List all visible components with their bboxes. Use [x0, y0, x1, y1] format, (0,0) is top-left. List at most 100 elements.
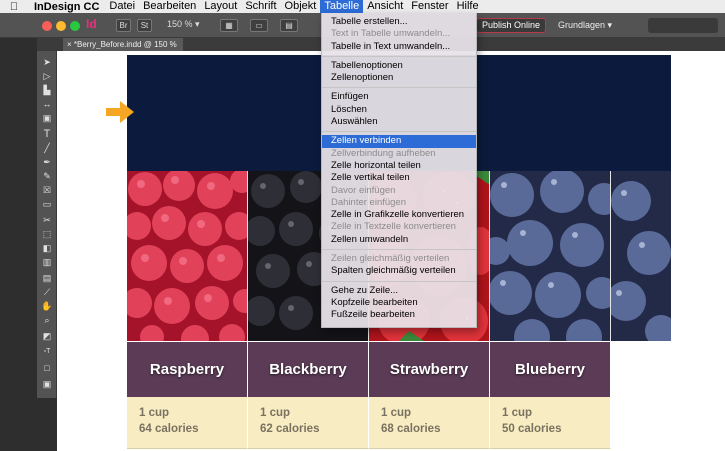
berry-info-cell[interactable]: 1 cup 64 calories [127, 397, 248, 449]
zoom-level-value: 150 % [167, 19, 193, 29]
eyedropper-tool-icon[interactable]: ⟋ [40, 286, 54, 298]
close-tab-icon[interactable]: × [67, 40, 72, 49]
menu-item-gehe-zu-zeile[interactable]: Gehe zu Zeile... [322, 285, 476, 297]
menu-bearbeiten[interactable]: Bearbeiten [139, 0, 200, 13]
menu-item-tabelle-in-text-umwandeln[interactable]: Tabelle in Text umwandeln... [322, 41, 476, 53]
menu-item-zelle-vertikal-teilen[interactable]: Zelle vertikal teilen [322, 172, 476, 184]
menu-separator [322, 249, 476, 251]
fill-stroke-swatch[interactable]: ◩ [40, 330, 54, 342]
page-tool-icon[interactable]: ▙ [40, 84, 54, 96]
blueberry-photo[interactable] [490, 171, 611, 341]
zoom-tool-icon[interactable]: ⌕ [40, 314, 54, 326]
menu-layout[interactable]: Layout [200, 0, 241, 13]
menu-item-zellenoptionen[interactable]: Zellenoptionen [322, 72, 476, 84]
formatting-affects-icon[interactable]: ▫T [40, 346, 54, 358]
berry-calories: 50 calories [502, 423, 562, 435]
menu-item-zelle-in-textzelle-konvertieren: Zelle in Textzelle konvertieren [331, 221, 456, 233]
menu-separator [322, 55, 476, 57]
berry-name-cell[interactable]: Blueberry [490, 342, 611, 397]
direct-selection-tool-icon[interactable]: ▷ [40, 70, 54, 82]
zoom-level-select[interactable]: 150 % ▾ [167, 19, 200, 30]
berry-calories: 68 calories [381, 423, 441, 435]
gradient-feather-tool-icon[interactable]: ▥ [40, 256, 54, 268]
menu-item-auswählen[interactable]: Auswählen [322, 116, 476, 128]
pencil-tool-icon[interactable]: ✎ [40, 170, 54, 182]
menu-item-zellen-umwandeln[interactable]: Zellen umwandeln [322, 234, 476, 246]
gap-tool-icon[interactable]: ↔ [40, 98, 54, 110]
minimize-icon[interactable] [56, 21, 66, 31]
free-transform-tool-icon[interactable]: ⬚ [40, 228, 54, 240]
berry-amount: 1 cup [260, 407, 291, 419]
arrow-right-icon [106, 101, 134, 123]
berry-info-cell[interactable]: 1 cup 62 calories [248, 397, 369, 449]
menu-item-dahinter-einfügen: Dahinter einfügen [331, 196, 406, 208]
berry-amount: 1 cup [139, 407, 170, 419]
screen-mode-icon[interactable]: ▣ [40, 378, 54, 390]
menu-item-kopfzeile-bearbeiten[interactable]: Kopfzeile bearbeiten [322, 297, 476, 309]
menu-fenster[interactable]: Fenster [407, 0, 452, 13]
menu-item-spalten-gleichmäßig-verteilen[interactable]: Spalten gleichmäßig verteilen [322, 265, 476, 277]
menu-item-text-in-tabelle-umwandeln: Text in Tabelle umwandeln... [331, 28, 451, 40]
menu-item-tabelle-erstellen[interactable]: Tabelle erstellen... [322, 16, 476, 28]
arrange-documents-button[interactable]: ▤ [280, 19, 298, 32]
menu-item-davor-einfügen: Davor einfügen [331, 184, 396, 196]
berry-calories: 62 calories [260, 423, 320, 435]
line-tool-icon[interactable]: ╱ [40, 142, 54, 154]
menu-item-tabellenoptionen[interactable]: Tabellenoptionen [322, 60, 476, 72]
menu-item-zellen-verbinden[interactable]: Zellen verbinden [322, 135, 476, 148]
menu-item-zeilen-gleichmäßig-verteilen: Zeilen gleichmäßig verteilen [331, 253, 450, 265]
berry-info-cell[interactable]: 1 cup 50 calories [490, 397, 611, 449]
berry-name-cell[interactable]: Blackberry [248, 342, 369, 397]
content-collector-icon[interactable]: ▣ [40, 112, 54, 124]
menu-item-einfügen[interactable]: Einfügen [322, 91, 476, 103]
type-tool-icon[interactable]: T [40, 128, 54, 140]
workspace-switcher[interactable]: Grundlagen ▾ [558, 20, 612, 31]
rectangle-tool-icon[interactable]: ▭ [40, 198, 54, 210]
zoom-icon[interactable] [70, 21, 80, 31]
menu-bar:  InDesign CC Datei Bearbeiten Layout Sc… [0, 0, 725, 13]
note-tool-icon[interactable]: ▤ [40, 272, 54, 284]
menu-ansicht[interactable]: Ansicht [363, 0, 407, 13]
apple-icon[interactable]:  [0, 1, 28, 13]
indesign-logo: Id [86, 17, 97, 31]
stock-button[interactable]: St [137, 19, 152, 32]
menu-separator [322, 131, 476, 133]
menu-item-fußzeile-bearbeiten[interactable]: Fußzeile bearbeiten [322, 309, 476, 321]
menu-objekt[interactable]: Objekt [281, 0, 321, 13]
document-tab-title: *Berry_Before.indd @ 150 % [73, 40, 177, 49]
raspberry-photo[interactable] [127, 171, 248, 341]
menu-item-zelle-horizontal-teilen[interactable]: Zelle horizontal teilen [322, 160, 476, 172]
search-field[interactable] [648, 18, 718, 33]
menu-separator [322, 280, 476, 282]
menu-separator [322, 87, 476, 89]
tabelle-dropdown-menu: Tabelle erstellen... Text in Tabelle umwa… [321, 13, 477, 328]
rectangle-frame-tool-icon[interactable]: ☒ [40, 184, 54, 196]
scissors-tool-icon[interactable]: ✂ [40, 214, 54, 226]
gradient-tool-icon[interactable]: ◧ [40, 242, 54, 254]
menu-datei[interactable]: Datei [105, 0, 139, 13]
blueberry-photo-edge [611, 171, 671, 341]
menu-hilfe[interactable]: Hilfe [453, 0, 483, 13]
publish-online-button[interactable]: Publish Online [476, 18, 546, 33]
preview-mode-icon[interactable]: □ [40, 362, 54, 374]
berry-name-cell[interactable]: Strawberry [369, 342, 490, 397]
tools-panel: ◂◂ ➤ ▷ ▙ ↔ ▣ T ╱ ✒ ✎ ☒ ▭ ✂ ⬚ ◧ ▥ ▤ ⟋ ✋ ⌕… [37, 38, 57, 398]
berry-amount: 1 cup [502, 407, 533, 419]
menu-item-zelle-in-grafikzelle-konvertieren[interactable]: Zelle in Grafikzelle konvertieren [322, 209, 476, 221]
menu-tabelle[interactable]: Tabelle [320, 0, 364, 13]
document-tab[interactable]: × *Berry_Before.indd @ 150 % [63, 38, 183, 51]
berry-calories: 64 calories [139, 423, 199, 435]
menu-schrift[interactable]: Schrift [241, 0, 280, 13]
publish-label: Publish Online [481, 20, 541, 30]
pen-tool-icon[interactable]: ✒ [40, 156, 54, 168]
berry-info-cell[interactable]: 1 cup 68 calories [369, 397, 490, 449]
menu-item-löschen[interactable]: Löschen [322, 104, 476, 116]
app-name-menu[interactable]: InDesign CC [28, 1, 105, 13]
close-icon[interactable] [42, 21, 52, 31]
screen-mode-button[interactable]: ▭ [250, 19, 268, 32]
selection-tool-icon[interactable]: ➤ [40, 56, 54, 68]
bridge-button[interactable]: Br [116, 19, 131, 32]
hand-tool-icon[interactable]: ✋ [40, 300, 54, 312]
view-options-button[interactable]: ▦ [220, 19, 238, 32]
berry-name-cell[interactable]: Raspberry [127, 342, 248, 397]
